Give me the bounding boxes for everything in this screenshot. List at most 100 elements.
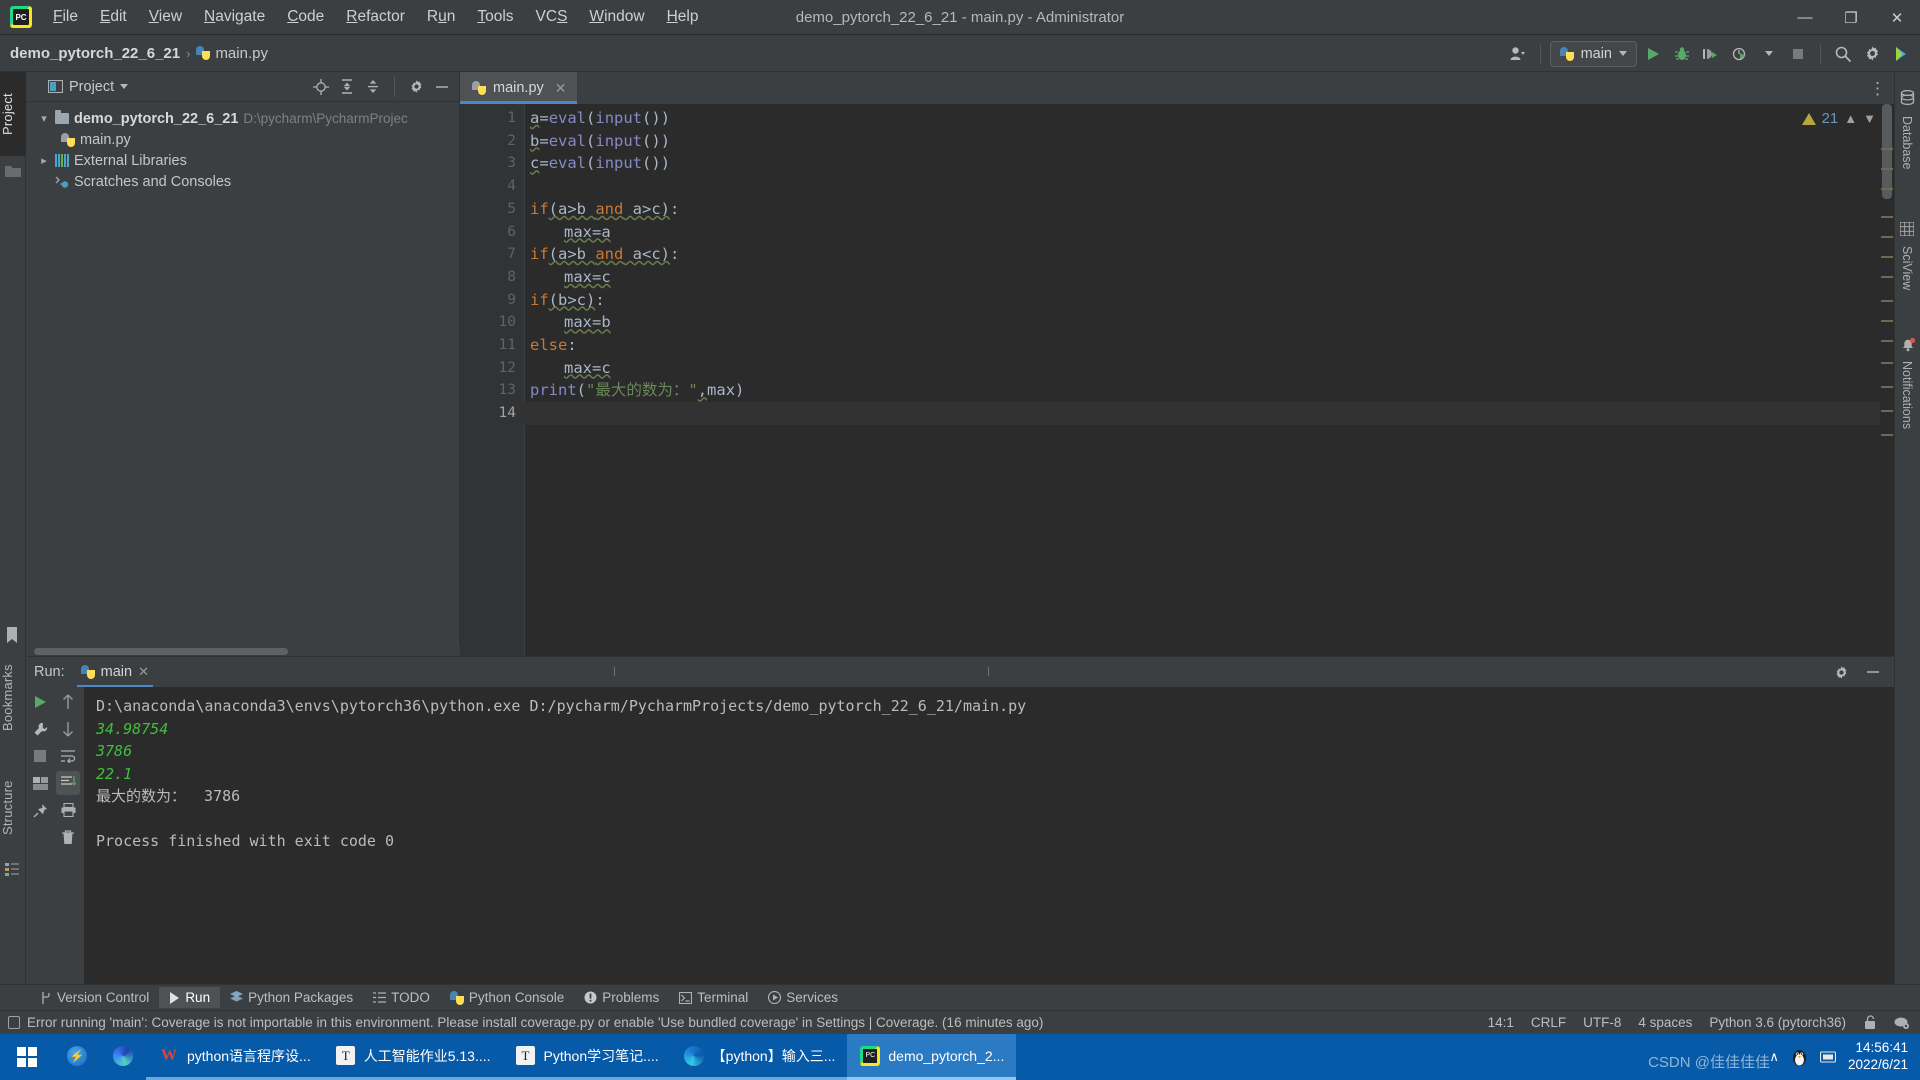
tree-node-external-libraries[interactable]: ▸ External Libraries — [34, 150, 459, 171]
menu-file[interactable]: File — [42, 4, 89, 30]
run-settings-gear-icon[interactable] — [1828, 659, 1854, 685]
trash-icon[interactable] — [56, 825, 80, 849]
rail-tab-bookmarks[interactable]: Bookmarks — [0, 647, 26, 749]
status-message-area[interactable]: Error running 'main': Coverage is not im… — [8, 1015, 1043, 1030]
python-interpreter[interactable]: Python 3.6 (pytorch36) — [1709, 1015, 1846, 1030]
layout-icon[interactable] — [28, 771, 52, 795]
soft-wrap-icon[interactable] — [56, 744, 80, 768]
minimize-button[interactable]: — — [1782, 0, 1828, 35]
menu-view[interactable]: View — [138, 4, 193, 30]
caret-position[interactable]: 14:1 — [1488, 1015, 1514, 1030]
taskbar-item-tim[interactable]: ⚡ — [54, 1034, 100, 1080]
qq-penguin-icon[interactable] — [1791, 1048, 1808, 1067]
line-separator[interactable]: CRLF — [1531, 1015, 1566, 1030]
taskbar-item-text-doc-1[interactable]: T 人工智能作业5.13.... — [322, 1034, 503, 1080]
ide-help-icon[interactable] — [1894, 1015, 1910, 1030]
run-tab-main[interactable]: main ✕ — [73, 660, 157, 688]
taskbar-item-pycharm[interactable]: demo_pytorch_2... — [847, 1034, 1017, 1080]
settings-gear-icon[interactable] — [1859, 41, 1885, 67]
inspection-widget[interactable]: 21 ▲ ▼ — [1801, 110, 1876, 127]
rail-tab-project[interactable]: Project — [0, 72, 26, 156]
rerun-icon[interactable] — [28, 690, 52, 714]
tab-services[interactable]: Services — [758, 987, 848, 1008]
taskbar-item-browser[interactable]: 【python】输入三... — [670, 1034, 848, 1080]
project-horizontal-scrollbar[interactable] — [26, 646, 460, 656]
rail-tab-structure[interactable]: Structure — [0, 762, 26, 854]
tab-terminal[interactable]: Terminal — [669, 987, 758, 1008]
menu-vcs[interactable]: VCS — [525, 4, 579, 30]
rail-tab-database[interactable]: Database — [1894, 110, 1920, 190]
split-handle[interactable] — [614, 667, 615, 676]
editor-tab-main-py[interactable]: main.py ✕ — [460, 72, 577, 104]
chevron-down-icon[interactable]: ▾ — [38, 112, 50, 125]
tray-expand-icon[interactable]: ∧ — [1769, 1049, 1779, 1065]
console-output[interactable]: D:\anaconda\anaconda3\envs\pytorch36\pyt… — [84, 687, 1894, 1000]
menu-help[interactable]: Help — [656, 4, 710, 30]
split-handle[interactable] — [988, 667, 989, 676]
editor-marker-bar[interactable] — [1880, 104, 1894, 656]
taskbar-clock[interactable]: 14:56:41 2022/6/21 — [1848, 1040, 1908, 1074]
down-arrow-icon[interactable] — [56, 717, 80, 741]
ide-assistant-icon[interactable] — [1888, 41, 1914, 67]
close-icon[interactable]: ✕ — [138, 664, 149, 680]
close-button[interactable]: ✕ — [1874, 0, 1920, 35]
debug-icon[interactable] — [1669, 41, 1695, 67]
tab-todo[interactable]: TODO — [363, 987, 440, 1008]
profile-icon[interactable] — [1727, 41, 1753, 67]
tab-problems[interactable]: Problems — [574, 987, 669, 1008]
rail-tab-notifications[interactable]: Notifications — [1894, 355, 1920, 461]
print-icon[interactable] — [56, 798, 80, 822]
chevron-down-icon[interactable]: ▼ — [1863, 111, 1876, 126]
project-settings-gear-icon[interactable] — [405, 76, 427, 98]
locate-icon[interactable] — [310, 76, 332, 98]
tab-python-console[interactable]: Python Console — [440, 987, 574, 1008]
taskbar-item-wps-doc[interactable]: W python语言程序设... — [146, 1034, 323, 1080]
lock-icon[interactable] — [1863, 1015, 1877, 1030]
tree-node-scratches[interactable]: Scratches and Consoles — [34, 171, 459, 192]
chevron-up-icon[interactable]: ▲ — [1844, 111, 1857, 126]
code-editor[interactable]: 1 2 3 4 5 6 7 8 9 10 11 12 13 14 a=eval(… — [460, 104, 1894, 656]
event-log-icon[interactable] — [8, 1016, 20, 1029]
menu-code[interactable]: Code — [276, 4, 335, 30]
scrollbar-thumb[interactable] — [34, 648, 288, 655]
account-icon[interactable] — [1505, 41, 1531, 67]
menu-run[interactable]: Run — [416, 4, 466, 30]
project-dropdown-icon[interactable] — [120, 84, 129, 89]
scroll-to-end-icon[interactable] — [56, 771, 80, 795]
chevron-right-icon[interactable]: ▸ — [38, 154, 50, 167]
code-content[interactable]: a=eval(input()) b=eval(input()) c=eval(i… — [524, 104, 1894, 656]
expand-all-icon[interactable] — [336, 76, 358, 98]
maximize-button[interactable]: ❐ — [1828, 0, 1874, 35]
collapse-all-icon[interactable] — [362, 76, 384, 98]
tree-node-project-root[interactable]: ▾ demo_pytorch_22_6_21 D:\pycharm\Pychar… — [34, 108, 459, 129]
tab-run[interactable]: Run — [159, 987, 221, 1008]
taskbar-item-edge[interactable] — [100, 1034, 146, 1080]
run-icon[interactable] — [1640, 41, 1666, 67]
edit-configuration-icon[interactable] — [28, 717, 52, 741]
menu-tools[interactable]: Tools — [466, 4, 524, 30]
tab-python-packages[interactable]: Python Packages — [220, 987, 363, 1008]
tree-node-main-py[interactable]: main.py — [34, 129, 459, 150]
file-encoding[interactable]: UTF-8 — [1583, 1015, 1621, 1030]
menu-refactor[interactable]: Refactor — [335, 4, 416, 30]
rail-tab-sciview[interactable]: SciView — [1894, 240, 1920, 308]
profile-dropdown-icon[interactable] — [1756, 41, 1782, 67]
pin-icon[interactable] — [28, 798, 52, 822]
indent-setting[interactable]: 4 spaces — [1638, 1015, 1692, 1030]
hide-panel-icon[interactable] — [431, 76, 453, 98]
editor-scrollbar-thumb[interactable] — [1882, 104, 1892, 199]
menu-navigate[interactable]: Navigate — [193, 4, 276, 30]
close-icon[interactable]: ✕ — [555, 80, 567, 97]
up-arrow-icon[interactable] — [56, 690, 80, 714]
tab-version-control[interactable]: Version Control — [30, 987, 159, 1008]
hide-run-panel-icon[interactable] — [1860, 659, 1886, 685]
menu-window[interactable]: Window — [578, 4, 655, 30]
menu-edit[interactable]: Edit — [89, 4, 138, 30]
search-icon[interactable] — [1830, 41, 1856, 67]
run-configuration-selector[interactable]: main — [1549, 40, 1637, 67]
breadcrumb-file[interactable]: main.py — [196, 45, 268, 62]
breadcrumb-project[interactable]: demo_pytorch_22_6_21 — [10, 45, 180, 62]
taskbar-item-text-doc-2[interactable]: T Python学习笔记.... — [502, 1034, 671, 1080]
start-button[interactable] — [0, 1034, 54, 1080]
coverage-icon[interactable] — [1698, 41, 1724, 67]
